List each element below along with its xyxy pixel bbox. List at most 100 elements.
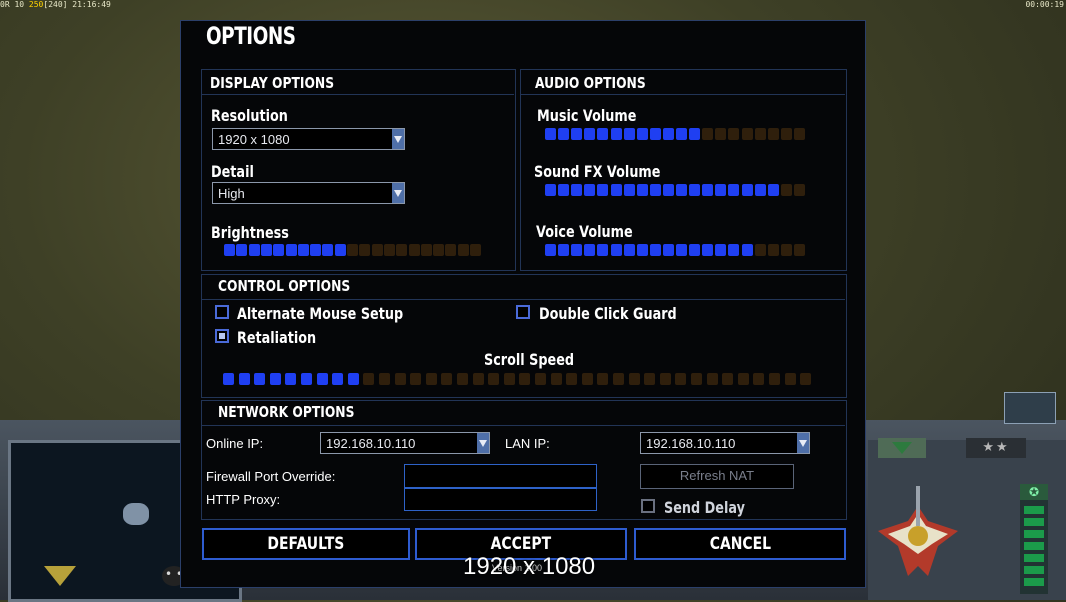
chevron-down-icon[interactable] (477, 433, 489, 453)
retaliation-checkbox[interactable] (215, 329, 229, 343)
slider-segment[interactable] (379, 373, 390, 385)
slider-segment[interactable] (737, 373, 749, 385)
slider-segment[interactable] (702, 184, 714, 196)
slider-segment[interactable] (649, 128, 661, 140)
slider-segment[interactable] (441, 373, 453, 385)
slider-segment[interactable] (689, 128, 701, 140)
slider-segment[interactable] (581, 373, 593, 385)
slider-segment[interactable] (793, 184, 805, 196)
alternate-mouse-label[interactable]: Alternate Mouse Setup (237, 304, 403, 323)
slider-segment[interactable] (584, 128, 596, 140)
double-click-guard-checkbox[interactable] (516, 305, 530, 319)
slider-segment[interactable] (623, 184, 635, 196)
slider-segment[interactable] (610, 184, 622, 196)
slider-segment[interactable] (273, 244, 285, 256)
slider-segment[interactable] (597, 184, 609, 196)
slider-segment[interactable] (597, 373, 609, 385)
slider-segment[interactable] (535, 373, 546, 385)
slider-segment[interactable] (545, 184, 556, 196)
slider-segment[interactable] (741, 128, 753, 140)
slider-segment[interactable] (571, 128, 583, 140)
slider-segment[interactable] (793, 244, 805, 256)
online-ip-dropdown[interactable]: 192.168.10.110 (320, 432, 490, 454)
slider-segment[interactable] (753, 373, 765, 385)
chevron-down-icon[interactable] (797, 433, 809, 453)
slider-segment[interactable] (754, 244, 766, 256)
slider-segment[interactable] (223, 373, 234, 385)
slider-segment[interactable] (503, 373, 515, 385)
slider-segment[interactable] (610, 128, 622, 140)
slider-segment[interactable] (662, 184, 674, 196)
slider-segment[interactable] (285, 244, 297, 256)
brightness-slider[interactable] (224, 244, 494, 256)
send-delay-checkbox[interactable] (641, 499, 655, 513)
alternate-mouse-checkbox[interactable] (215, 305, 229, 319)
slider-segment[interactable] (706, 373, 718, 385)
slider-segment[interactable] (689, 184, 701, 196)
slider-segment[interactable] (741, 184, 753, 196)
slider-segment[interactable] (644, 373, 656, 385)
slider-segment[interactable] (347, 373, 359, 385)
slider-segment[interactable] (584, 184, 596, 196)
slider-segment[interactable] (260, 244, 272, 256)
slider-segment[interactable] (767, 184, 779, 196)
slider-segment[interactable] (457, 244, 469, 256)
slider-segment[interactable] (238, 373, 250, 385)
slider-segment[interactable] (715, 244, 727, 256)
slider-segment[interactable] (767, 244, 779, 256)
slider-segment[interactable] (649, 244, 661, 256)
slider-segment[interactable] (301, 373, 312, 385)
slider-segment[interactable] (623, 128, 635, 140)
selected-unit-icon[interactable] (1004, 392, 1056, 424)
slider-segment[interactable] (691, 373, 702, 385)
slider-segment[interactable] (728, 184, 740, 196)
slider-segment[interactable] (780, 244, 792, 256)
slider-segment[interactable] (558, 128, 570, 140)
slider-segment[interactable] (545, 128, 556, 140)
slider-segment[interactable] (408, 244, 420, 256)
slider-segment[interactable] (332, 373, 344, 385)
slider-segment[interactable] (488, 373, 500, 385)
slider-segment[interactable] (769, 373, 780, 385)
chevron-down-icon[interactable] (392, 183, 404, 203)
voice-volume-slider[interactable] (545, 244, 810, 256)
slider-segment[interactable] (558, 184, 570, 196)
resolution-dropdown[interactable]: 1920 x 1080 (212, 128, 405, 150)
slider-segment[interactable] (347, 244, 358, 256)
slider-segment[interactable] (780, 128, 792, 140)
music-volume-slider[interactable] (545, 128, 810, 140)
defaults-button[interactable]: DEFAULTS (202, 528, 410, 560)
slider-segment[interactable] (410, 373, 422, 385)
slider-segment[interactable] (754, 128, 766, 140)
slider-segment[interactable] (675, 373, 687, 385)
slider-segment[interactable] (754, 184, 766, 196)
slider-segment[interactable] (254, 373, 266, 385)
slider-segment[interactable] (702, 128, 714, 140)
slider-segment[interactable] (316, 373, 328, 385)
slider-segment[interactable] (334, 244, 346, 256)
slider-segment[interactable] (566, 373, 578, 385)
slider-segment[interactable] (224, 244, 235, 256)
slider-segment[interactable] (741, 244, 753, 256)
slider-segment[interactable] (702, 244, 714, 256)
slider-segment[interactable] (394, 373, 406, 385)
slider-segment[interactable] (571, 184, 583, 196)
http-proxy-input[interactable] (404, 488, 597, 511)
slider-segment[interactable] (396, 244, 408, 256)
slider-segment[interactable] (322, 244, 334, 256)
slider-segment[interactable] (800, 373, 812, 385)
slider-segment[interactable] (433, 244, 445, 256)
slider-segment[interactable] (676, 184, 687, 196)
slider-segment[interactable] (636, 244, 648, 256)
slider-segment[interactable] (613, 373, 624, 385)
slider-segment[interactable] (784, 373, 796, 385)
slider-segment[interactable] (457, 373, 468, 385)
slider-segment[interactable] (248, 244, 260, 256)
slider-segment[interactable] (425, 373, 437, 385)
slider-segment[interactable] (715, 128, 727, 140)
slider-segment[interactable] (584, 244, 596, 256)
slider-segment[interactable] (550, 373, 562, 385)
slider-segment[interactable] (371, 244, 383, 256)
send-delay-label[interactable]: Send Delay (664, 498, 745, 517)
slider-segment[interactable] (597, 244, 609, 256)
